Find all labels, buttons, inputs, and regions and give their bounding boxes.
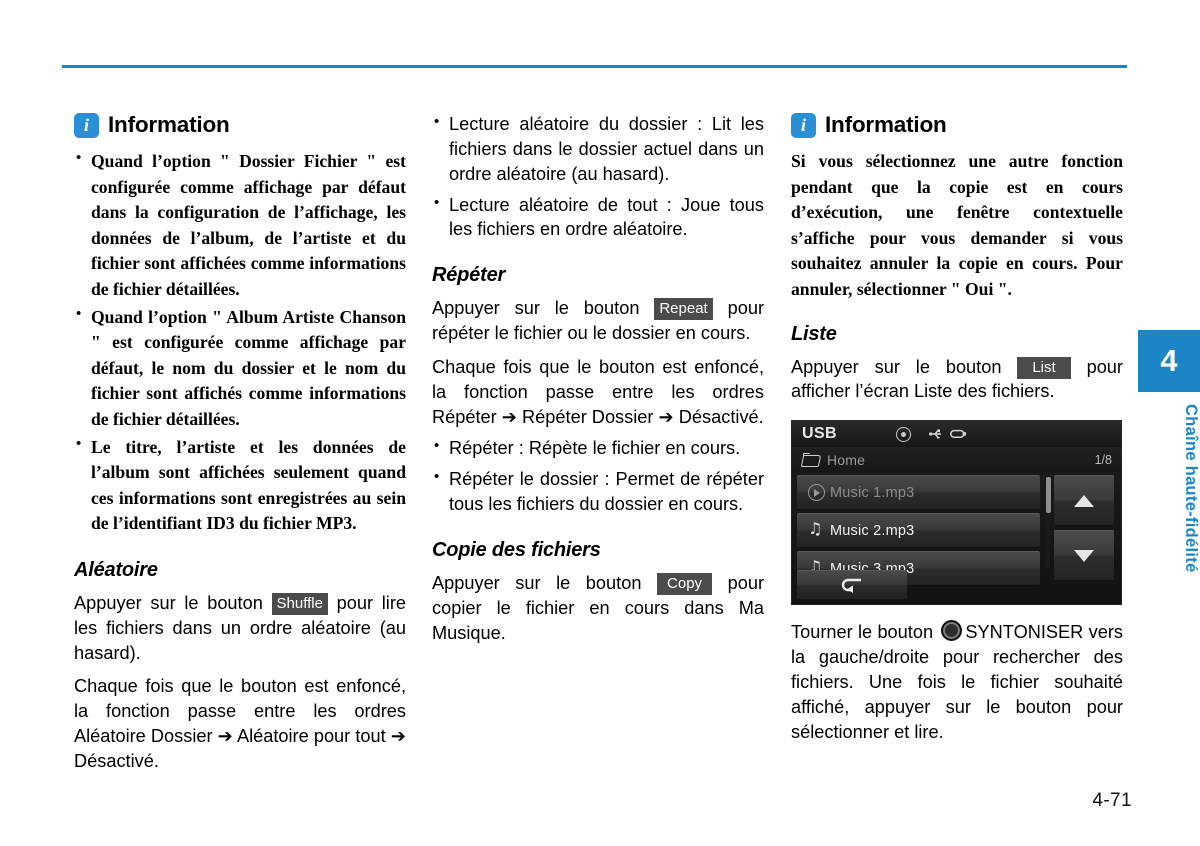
usb-icon-group — [929, 428, 967, 440]
repeter-paragraph-1: Appuyer sur le bouton Repeat pour répéte… — [432, 296, 764, 346]
information-header: i Information — [74, 112, 406, 138]
usb-breadcrumb-row: Home 1/8 — [792, 447, 1121, 473]
list-item: Lecture aléatoire du dossier : Lit les f… — [432, 112, 764, 187]
table-row[interactable]: Music 2.mp3 — [797, 513, 1040, 549]
information-paragraph: Si vous sélectionnez une autre fonction … — [791, 151, 1123, 299]
folder-icon — [802, 452, 819, 466]
usb-screen-header: USB — [792, 421, 1121, 448]
repeter-modes-list: Répéter : Répète le fichier en cours. Ré… — [432, 436, 764, 517]
information-title: Information — [825, 112, 947, 137]
page-top-rule — [62, 65, 1127, 68]
list-item: Lecture aléatoire de tout : Joue tous le… — [432, 193, 764, 243]
scrollbar-thumb[interactable] — [1046, 477, 1051, 514]
text-before-list: Appuyer sur le bouton — [791, 356, 1002, 377]
repeter-heading: Répéter — [432, 264, 506, 287]
list-item: Répéter le dossier : Permet de répéter t… — [432, 467, 764, 517]
scroll-controls — [1044, 475, 1114, 604]
usb-stick-icon — [950, 430, 966, 439]
list-item: Répéter : Répète le fichier en cours. — [432, 436, 764, 461]
column-right: i Information Si vous sélectionnez une a… — [791, 112, 1123, 744]
chevron-down-icon — [1074, 549, 1094, 562]
text-before-shuffle: Appuyer sur le bouton — [74, 592, 263, 613]
information-header: i Information — [791, 112, 1123, 138]
liste-body: Appuyer sur le bouton List pour afficher… — [791, 355, 1123, 405]
usb-screen-title: USB — [802, 425, 837, 443]
aleatoire-paragraph-2: Chaque fois que le bouton est enfoncé, l… — [74, 676, 406, 771]
list-button-badge[interactable]: List — [1017, 356, 1071, 379]
aleatoire-body: Appuyer sur le bouton Shuffle pour lire … — [74, 591, 406, 774]
column-left: i Information Quand l’option " Dossier F… — [74, 112, 406, 774]
text-before-repeat: Appuyer sur le bouton — [432, 298, 640, 319]
aleatoire-heading: Aléatoire — [74, 558, 158, 581]
usb-screen-status-icons — [896, 421, 967, 447]
disc-icon — [896, 426, 911, 442]
usb-icon — [929, 429, 941, 440]
info-icon: i — [74, 112, 99, 138]
aleatoire-paragraph-1: Appuyer sur le bouton Shuffle pour lire … — [74, 591, 406, 666]
column-middle: Lecture aléatoire du dossier : Lit les f… — [432, 112, 764, 646]
breadcrumb: Home — [827, 451, 866, 468]
repeter-body: Appuyer sur le bouton Repeat pour répéte… — [432, 296, 764, 429]
info-icon: i — [791, 112, 816, 138]
file-name: Music 2.mp3 — [830, 522, 915, 539]
repeter-paragraph-2: Chaque fois que le bouton est enfoncé, l… — [432, 356, 764, 427]
chapter-title: Chaîne haute-fidélité — [1182, 404, 1200, 573]
shuffle-modes-list: Lecture aléatoire du dossier : Lit les f… — [432, 112, 764, 242]
usb-list-screen: USB Home 1/8 Music 1.mp3 ♫ Music 2.mp3 ♫… — [791, 420, 1122, 606]
page-indicator: 1/8 — [1094, 452, 1112, 467]
scroll-up-button[interactable] — [1054, 475, 1114, 527]
back-arrow-icon — [841, 579, 861, 594]
scrollbar-track[interactable] — [1045, 476, 1051, 569]
repeat-button-badge[interactable]: Repeat — [654, 298, 713, 321]
knob-label: SYNTONISER — [965, 622, 1084, 643]
information-bullet-list: Quand l’option " Dossier Fichier " est c… — [74, 148, 406, 537]
file-name: Music 1.mp3 — [830, 484, 915, 501]
liste-paragraph-1: Appuyer sur le bouton List pour afficher… — [791, 355, 1123, 405]
page-number: 4-71 — [1092, 790, 1132, 811]
liste-heading: Liste — [791, 322, 837, 345]
text-before-copy: Appuyer sur le bouton — [432, 572, 642, 593]
chapter-number: 4 — [1138, 330, 1200, 392]
list-item: Quand l’option " Dossier Fichier " est c… — [74, 148, 406, 303]
list-item: Le titre, l’artiste et les données de l’… — [74, 434, 406, 537]
table-row[interactable]: Music 1.mp3 — [797, 475, 1040, 511]
information-body: Si vous sélectionnez une autre fonction … — [791, 149, 1123, 303]
tuner-body: Tourner le bouton SYNTONISER vers la gau… — [791, 620, 1123, 744]
copie-body: Appuyer sur le bouton Copy pour copier l… — [432, 571, 764, 646]
music-note-icon — [808, 519, 830, 538]
shuffle-button-badge[interactable]: Shuffle — [271, 592, 328, 615]
tune-knob-icon — [941, 620, 963, 642]
copie-heading: Copie des fichiers — [432, 538, 601, 561]
copy-button-badge[interactable]: Copy — [657, 572, 713, 595]
usb-screen-body: Music 1.mp3 Music 2.mp3 Music 3.mp3 — [792, 472, 1121, 604]
scroll-down-button[interactable] — [1054, 530, 1114, 582]
information-title: Information — [108, 112, 230, 137]
list-item: Quand l’option " Album Artiste Chanson "… — [74, 304, 406, 433]
chevron-up-icon — [1074, 494, 1094, 507]
back-button[interactable] — [797, 570, 907, 601]
play-circle-icon — [808, 484, 830, 502]
tuner-paragraph: Tourner le bouton SYNTONISER vers la gau… — [791, 620, 1123, 744]
text-before-knob: Tourner le bouton — [791, 622, 934, 643]
copie-paragraph-1: Appuyer sur le bouton Copy pour copier l… — [432, 571, 764, 646]
manual-page: 4 Chaîne haute-fidélité i Information Qu… — [0, 0, 1200, 846]
chapter-tab: 4 Chaîne haute-fidélité — [1138, 330, 1200, 573]
